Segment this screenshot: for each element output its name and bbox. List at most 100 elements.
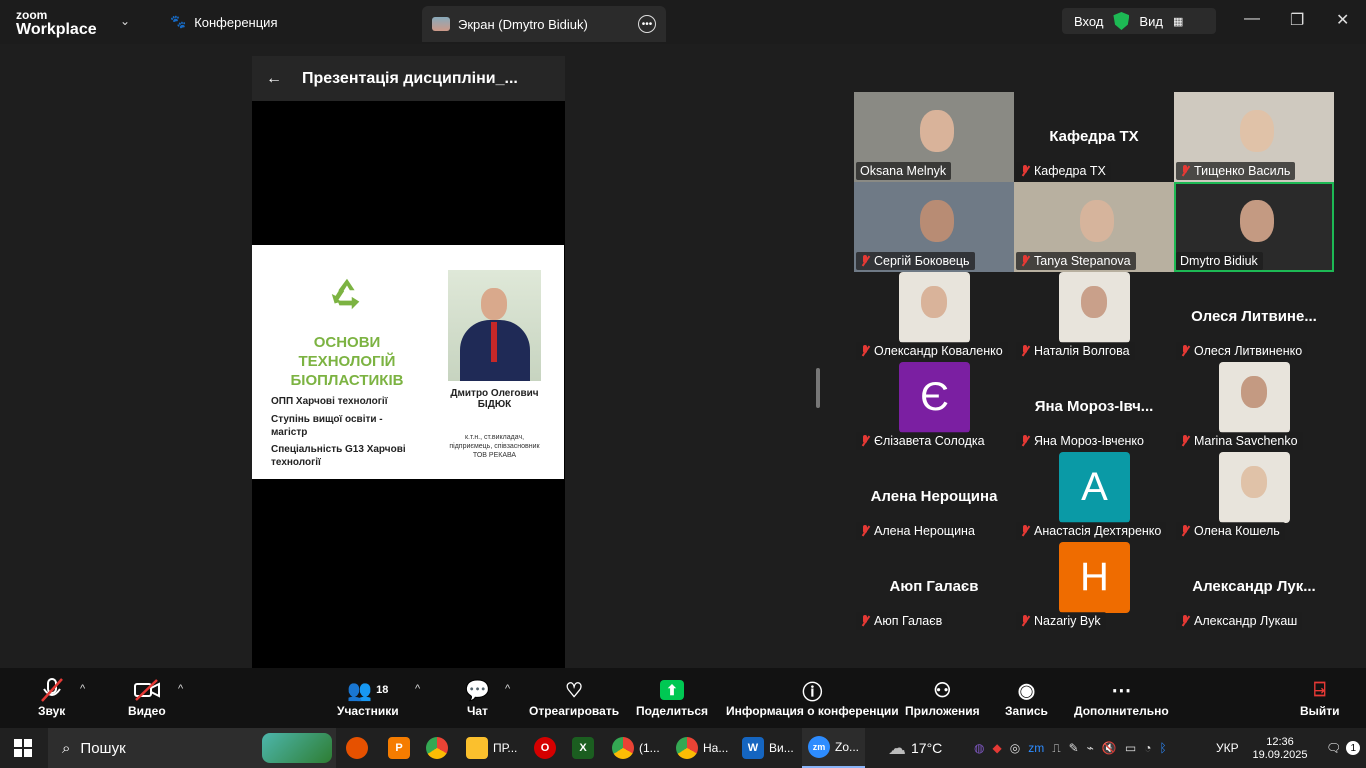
shield-icon[interactable] <box>1113 12 1130 30</box>
participant-name: Кафедра ТХ <box>1034 164 1106 178</box>
share-arrow-icon: ⬆ <box>660 676 685 704</box>
taskbar-firefox[interactable] <box>346 728 368 768</box>
tray-app-icon[interactable]: ◆ <box>992 741 1001 755</box>
battery-icon[interactable]: ▭ <box>1125 741 1136 755</box>
close-icon[interactable]: ✕ <box>1336 10 1349 30</box>
taskbar-opera[interactable]: O <box>534 728 556 768</box>
taskbar-chrome-1[interactable]: (1... <box>612 728 660 768</box>
meet-now-icon[interactable]: ◔ <box>1144 741 1151 755</box>
participant-tile[interactable]: Аюп Галаєв Аюп Галаєв <box>854 542 1014 632</box>
participant-name: Єлізавета Солодка <box>874 434 985 448</box>
more-options-icon[interactable]: ••• <box>638 15 656 33</box>
chrome2-label: На... <box>703 741 729 755</box>
taskbar-word[interactable]: W Ви... <box>742 728 794 768</box>
participant-display-name: Яна Мороз-Івч... <box>1034 398 1154 415</box>
usb-icon[interactable]: ⎍ <box>1052 741 1060 756</box>
participants-count: 18 <box>376 684 389 696</box>
cloud-icon: ☁ <box>888 737 906 758</box>
slide-title-line1: ОСНОВИ <box>313 334 381 351</box>
apps-button[interactable]: ⚇ Приложения <box>905 676 980 719</box>
taskbar-chrome[interactable] <box>426 728 448 768</box>
participants-caret-icon[interactable]: ^ <box>415 683 420 695</box>
screen-share-tab[interactable]: Экран (Dmytro Bidiuk) ••• <box>422 6 666 42</box>
bluetooth-icon[interactable]: ᛒ <box>1159 741 1166 755</box>
participant-tile[interactable]: Тищенко Василь <box>1174 92 1334 182</box>
chevron-down-icon[interactable]: ⌄ <box>120 14 130 28</box>
participant-tile[interactable]: Наталія Волгова <box>1014 272 1174 362</box>
participant-tile[interactable]: Сергій Боковець <box>854 182 1014 272</box>
more-label: Дополнительно <box>1074 704 1169 718</box>
leave-door-icon: ⍈ <box>1313 678 1326 701</box>
participant-tile[interactable]: Marina Savchenko <box>1174 362 1334 452</box>
taskbar-chrome-2[interactable]: На... <box>676 728 728 768</box>
conference-tab[interactable]: 🐾 Конференция <box>170 14 277 30</box>
shared-screen[interactable]: ← Презентація дисципліни_... ОСНОВИ ТЕХН… <box>252 56 565 668</box>
participant-tile[interactable]: H Nazariy Byk <box>1014 542 1174 632</box>
participant-tile[interactable]: Dmytro Bidiuk <box>1174 182 1334 272</box>
react-button[interactable]: ♡ Отреагировать <box>529 676 619 719</box>
language-indicator[interactable]: УКР <box>1216 728 1239 768</box>
participant-avatar-letter: Є <box>899 362 970 433</box>
pen-icon[interactable]: ✎ <box>1069 741 1079 755</box>
participant-tile[interactable]: Яна Мороз-Івч... Яна Мороз-Івченко <box>1014 362 1174 452</box>
clock[interactable]: 12:36 19.09.2025 <box>1252 728 1308 768</box>
participant-name: Nazariy Byk <box>1034 614 1101 628</box>
heart-icon: ♡ <box>565 679 583 702</box>
participant-tile[interactable]: Є Єлізавета Солодка <box>854 362 1014 452</box>
zoom-tray-icon[interactable]: zm <box>1028 741 1044 755</box>
meeting-info-button[interactable]: ⓘ Информация о конференции <box>726 676 899 719</box>
share-screen-button[interactable]: ⬆ Поделиться <box>636 676 708 718</box>
chat-button[interactable]: 💬 Чат <box>465 676 490 719</box>
video-button[interactable]: Видео <box>128 676 166 718</box>
network-icon[interactable]: ⌁ <box>1087 741 1094 755</box>
participant-tile[interactable]: A Анастасія Дехтяренко <box>1014 452 1174 542</box>
participant-tile[interactable]: Кафедра ТХ Кафедра ТХ <box>1014 92 1174 182</box>
participant-tile[interactable]: Олена Кошель <box>1174 452 1334 542</box>
slide-info-degree: Ступінь вищої освіти - магістр <box>271 414 383 438</box>
taskbar-pdf[interactable]: P <box>388 728 410 768</box>
taskbar-zoom[interactable]: zm Zo... <box>802 728 866 768</box>
chat-caret-icon[interactable]: ^ <box>505 683 510 695</box>
participant-tile[interactable]: Tanya Stepanova <box>1014 182 1174 272</box>
participant-tile[interactable]: Александр Лук... Александр Лукаш <box>1174 542 1334 632</box>
audio-button[interactable]: Звук <box>38 676 65 718</box>
participant-tile[interactable]: Oksana Melnyk <box>854 92 1014 182</box>
mic-muted-icon <box>1020 615 1030 627</box>
participants-button[interactable]: 👥 18 Участники <box>337 676 399 719</box>
pdf-app-icon: P <box>388 737 410 759</box>
audio-options-caret-icon[interactable]: ^ <box>80 683 85 695</box>
participant-name: Аюп Галаєв <box>874 614 943 628</box>
windows-start-icon[interactable] <box>14 728 32 768</box>
viber-icon[interactable]: ◍ <box>974 741 984 755</box>
more-button[interactable]: ⋯ Дополнительно <box>1074 676 1169 719</box>
weather-widget[interactable]: ☁ 17°C <box>888 728 942 768</box>
zoom-logo[interactable]: zoom Workplace <box>16 9 97 38</box>
video-label: Видео <box>128 704 166 718</box>
taskbar-explorer[interactable]: ПР... <box>466 728 517 768</box>
video-options-caret-icon[interactable]: ^ <box>178 683 183 695</box>
taskbar-search[interactable]: ⌕ Пошук <box>48 728 336 768</box>
grid-view-icon[interactable]: ▦ <box>1173 15 1183 28</box>
chrome-tray-icon[interactable]: ◎ <box>1010 741 1020 755</box>
notifications-button[interactable]: 🗨 1 <box>1326 728 1361 768</box>
presenter-name: Дмитро Олегович БІДЮК <box>450 388 539 410</box>
leave-button[interactable]: ⍈ Выйти <box>1300 676 1340 719</box>
record-icon: ◉ <box>1017 679 1036 702</box>
minimize-icon[interactable]: — <box>1244 10 1260 28</box>
participant-tile[interactable]: Олеся Литвине... Олеся Литвиненко <box>1174 272 1334 362</box>
taskbar-excel[interactable]: X <box>572 728 594 768</box>
participant-name-tag: Tanya Stepanova <box>1016 252 1136 270</box>
back-arrow-icon[interactable]: ← <box>266 70 282 88</box>
notification-count: 1 <box>1346 741 1361 755</box>
record-button[interactable]: ◉ Запись <box>1005 676 1048 719</box>
entry-label[interactable]: Вход <box>1074 14 1103 29</box>
record-label: Запись <box>1005 704 1048 718</box>
restore-icon[interactable]: ❐ <box>1290 10 1304 30</box>
participant-tile[interactable]: Олександр Коваленко <box>854 272 1014 362</box>
participant-tile[interactable]: Алена Нерощина Алена Нерощина <box>854 452 1014 542</box>
volume-muted-icon[interactable]: 🔇 <box>1102 741 1117 755</box>
split-handle[interactable] <box>816 368 820 408</box>
view-label[interactable]: Вид <box>1139 14 1163 29</box>
search-highlight-icon <box>262 733 332 763</box>
firefox-icon <box>346 737 368 759</box>
